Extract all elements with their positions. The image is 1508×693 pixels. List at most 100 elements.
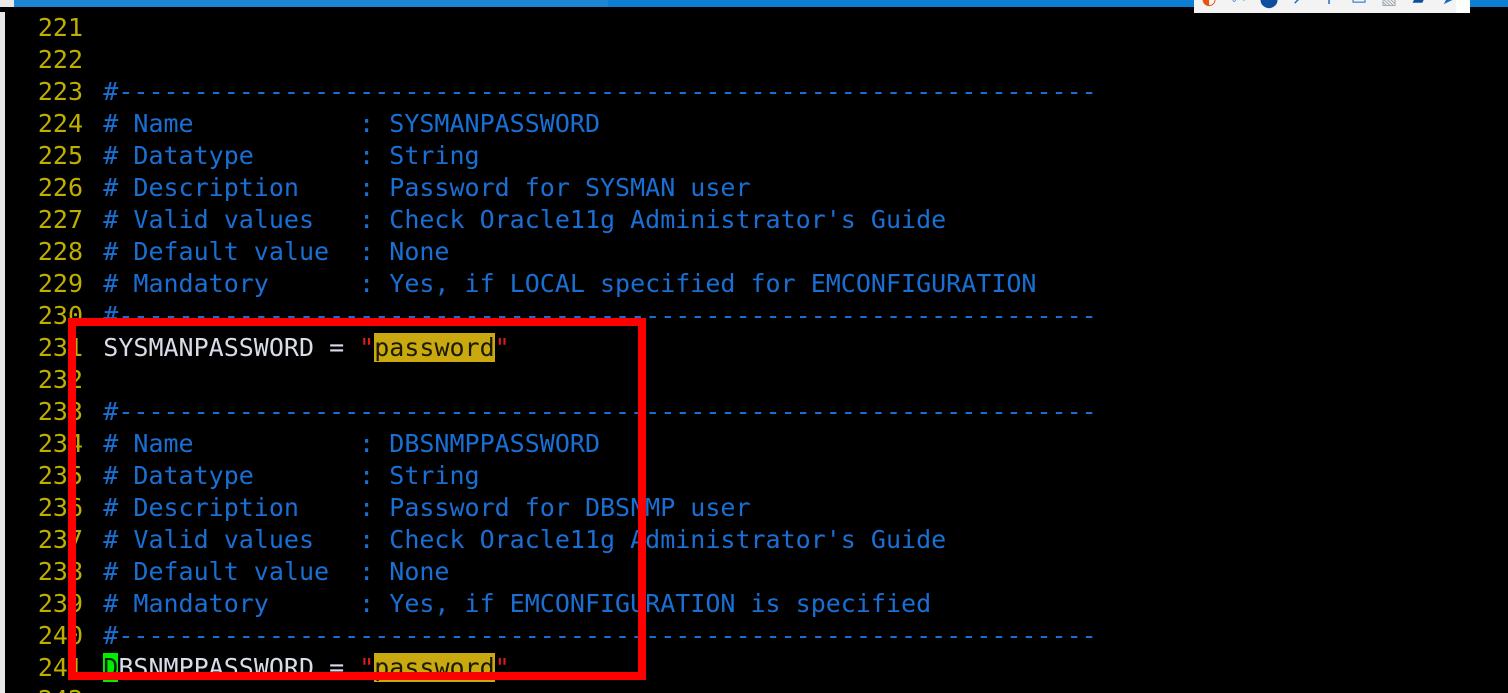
comment-text: # Description : Password for DBSNMP user	[103, 493, 751, 522]
line-number: 234	[37, 429, 83, 458]
line-number: 238	[37, 557, 83, 586]
comment-text: # Mandatory : Yes, if EMCONFIGURATION is…	[103, 589, 932, 618]
toolbar-end-spacer	[1456, 0, 1470, 13]
gutter-gap	[83, 204, 103, 236]
line-number: 222	[37, 45, 83, 74]
search-highlight: password	[374, 333, 495, 362]
cut-scissors-icon-glyph: ✂	[1232, 0, 1246, 8]
comment-text: #---------------------------------------…	[103, 301, 1097, 330]
line-number: 239	[37, 589, 83, 618]
line-number: 225	[37, 141, 83, 170]
comment-text: #---------------------------------------…	[103, 77, 1097, 106]
line-number: 226	[37, 173, 83, 202]
code-line[interactable]: 234 # Name : DBSNMPPASSWORD	[5, 428, 1508, 460]
paste-clipboard-icon-glyph: ⬤	[1259, 0, 1278, 8]
window-panel-icon[interactable]: ▭	[1344, 0, 1374, 13]
code-line[interactable]: 240 #-----------------------------------…	[5, 620, 1508, 652]
gutter-gap	[83, 172, 103, 204]
code-line[interactable]: 231 SYSMANPASSWORD = "password"	[5, 332, 1508, 364]
gutter-gap	[83, 652, 103, 684]
gutter-gap	[83, 108, 103, 140]
code-line[interactable]: 223 #-----------------------------------…	[5, 76, 1508, 108]
folder-icon[interactable]: ▰	[1404, 0, 1434, 13]
string-quote: "	[494, 333, 510, 362]
cut-scissors-icon[interactable]: ✂	[1224, 0, 1254, 13]
comment-text: # Datatype : String	[103, 141, 480, 170]
search-highlight: password	[374, 653, 495, 682]
comment-text: #---------------------------------------…	[103, 621, 1097, 650]
chrome-segment-right	[1470, 0, 1508, 7]
line-number: 235	[37, 461, 83, 490]
line-number: 236	[37, 493, 83, 522]
comment-text: # Datatype : String	[103, 461, 480, 490]
comment-text: # Name : DBSNMPPASSWORD	[103, 429, 600, 458]
chrome-segment-tab-one[interactable]	[14, 0, 608, 7]
code-line[interactable]: 238 # Default value : None	[5, 556, 1508, 588]
folder-icon-glyph: ▰	[1412, 0, 1425, 8]
gutter-gap	[83, 268, 103, 300]
gutter-gap	[83, 140, 103, 172]
code-line[interactable]: 225 # Datatype : String	[5, 140, 1508, 172]
line-number: 228	[37, 237, 83, 266]
code-line[interactable]: 230 #-----------------------------------…	[5, 300, 1508, 332]
comment-text: # Valid values : Check Oracle11g Adminis…	[103, 525, 947, 554]
gutter-gap	[83, 588, 103, 620]
gutter-gap	[83, 492, 103, 524]
line-number: 232	[37, 365, 83, 394]
gutter-gap	[83, 524, 103, 556]
code-line[interactable]: 239 # Mandatory : Yes, if EMCONFIGURATIO…	[5, 588, 1508, 620]
code-line[interactable]: 232	[5, 364, 1508, 396]
run-arrow-icon-glyph: ➤	[1442, 0, 1456, 8]
new-document-icon[interactable]: ▧	[1374, 0, 1404, 13]
paste-clipboard-icon[interactable]: ⬤	[1254, 0, 1284, 13]
gutter-gap	[83, 12, 103, 44]
filter-funnel-icon-glyph: ↑	[1322, 0, 1336, 8]
screenshot-root: ◐ ✂ ⬤ ↗ ↑ ▭ ▧ ▰ ➤ 221 222 223 #-----------------…	[0, 0, 1508, 693]
code-line[interactable]: 227 # Valid values : Check Oracle11g Adm…	[5, 204, 1508, 236]
comment-text: # Default value : None	[103, 237, 450, 266]
text-cursor: D	[103, 653, 119, 682]
code-line[interactable]: 228 # Default value : None	[5, 236, 1508, 268]
line-number: 230	[37, 301, 83, 330]
code-line[interactable]: 222	[5, 44, 1508, 76]
string-quote: "	[494, 653, 510, 682]
comment-text: # Default value : None	[103, 557, 450, 586]
code-text: BSNMPPASSWORD =	[118, 653, 360, 682]
code-line[interactable]: 236 # Description : Password for DBSNMP …	[5, 492, 1508, 524]
line-number: 233	[37, 397, 83, 426]
line-number: 221	[37, 13, 83, 42]
line-number: 231	[37, 333, 83, 362]
code-line[interactable]: 226 # Description : Password for SYSMAN …	[5, 172, 1508, 204]
line-number: 237	[37, 525, 83, 554]
line-number: 224	[37, 109, 83, 138]
code-line[interactable]: 221	[5, 12, 1508, 44]
comment-text: # Valid values : Check Oracle11g Adminis…	[103, 205, 947, 234]
code-line[interactable]: 242	[5, 684, 1508, 693]
chrome-segment-tab-two[interactable]	[608, 0, 1194, 7]
filter-funnel-icon[interactable]: ↑	[1314, 0, 1344, 13]
comment-text: #---------------------------------------…	[103, 397, 1097, 426]
line-number: 223	[37, 77, 83, 106]
code-line[interactable]: 237 # Valid values : Check Oracle11g Adm…	[5, 524, 1508, 556]
gutter-gap	[83, 76, 103, 108]
gutter-gap	[83, 44, 103, 76]
comment-text: # Description : Password for SYSMAN user	[103, 173, 751, 202]
code-line[interactable]: 224 # Name : SYSMANPASSWORD	[5, 108, 1508, 140]
oracle-logo-icon[interactable]: ◐	[1194, 0, 1224, 13]
gutter-gap	[83, 460, 103, 492]
code-line[interactable]: 235 # Datatype : String	[5, 460, 1508, 492]
code-line[interactable]: 241 DBSNMPPASSWORD = "password"	[5, 652, 1508, 684]
code-line[interactable]: 229 # Mandatory : Yes, if LOCAL specifie…	[5, 268, 1508, 300]
gutter-gap	[83, 332, 103, 364]
new-document-icon-glyph: ▧	[1381, 0, 1397, 8]
comment-text: # Name : SYSMANPASSWORD	[103, 109, 600, 138]
code-line-list: 221 222 223 #---------------------------…	[5, 12, 1508, 693]
application-toolbar[interactable]: ◐ ✂ ⬤ ↗ ↑ ▭ ▧ ▰ ➤	[1194, 0, 1470, 13]
line-number: 229	[37, 269, 83, 298]
undo-arrow-icon[interactable]: ↗	[1284, 0, 1314, 13]
gutter-gap	[83, 556, 103, 588]
code-line[interactable]: 233 #-----------------------------------…	[5, 396, 1508, 428]
string-quote: "	[359, 333, 375, 362]
code-text: SYSMANPASSWORD =	[103, 333, 360, 362]
code-editor-area[interactable]: 221 222 223 #---------------------------…	[0, 12, 1508, 693]
